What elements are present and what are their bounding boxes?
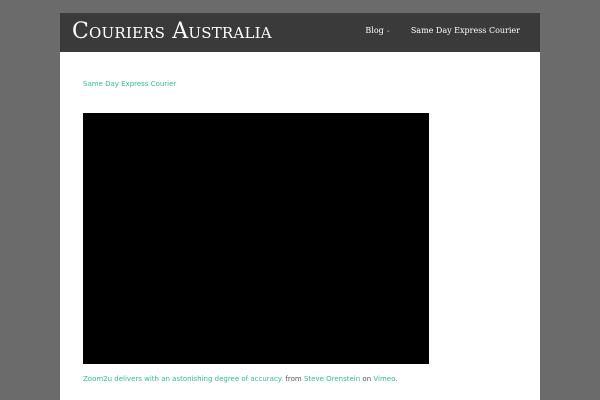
caption-period: . (395, 375, 398, 383)
site-header: Couriers Australia Blog ⌄ Same Day Expre… (60, 13, 540, 52)
chevron-down-icon: ⌄ (385, 27, 391, 34)
site-title[interactable]: Couriers Australia (72, 18, 272, 46)
video-title-link[interactable]: Zoom2u delivers with an astonishing degr… (83, 375, 283, 383)
platform-link[interactable]: Vimeo (373, 375, 395, 383)
video-caption: Zoom2u delivers with an astonishing degr… (83, 375, 398, 384)
author-link[interactable]: Steve Orenstein (304, 375, 360, 383)
nav-item-same-day-label: Same Day Express Courier (410, 26, 520, 35)
nav-item-blog-label: Blog (365, 26, 384, 35)
page-container: Couriers Australia Blog ⌄ Same Day Expre… (60, 13, 540, 400)
page-link-same-day-express-courier[interactable]: Same Day Express Courier (83, 80, 176, 89)
caption-on-text: on (362, 375, 372, 383)
nav-item-same-day-express-courier[interactable]: Same Day Express Courier (411, 26, 520, 36)
main-nav: Blog ⌄ Same Day Express Courier (365, 26, 520, 36)
video-player[interactable] (83, 113, 429, 364)
caption-from-text: from (285, 375, 302, 383)
nav-item-blog[interactable]: Blog ⌄ (365, 26, 390, 36)
